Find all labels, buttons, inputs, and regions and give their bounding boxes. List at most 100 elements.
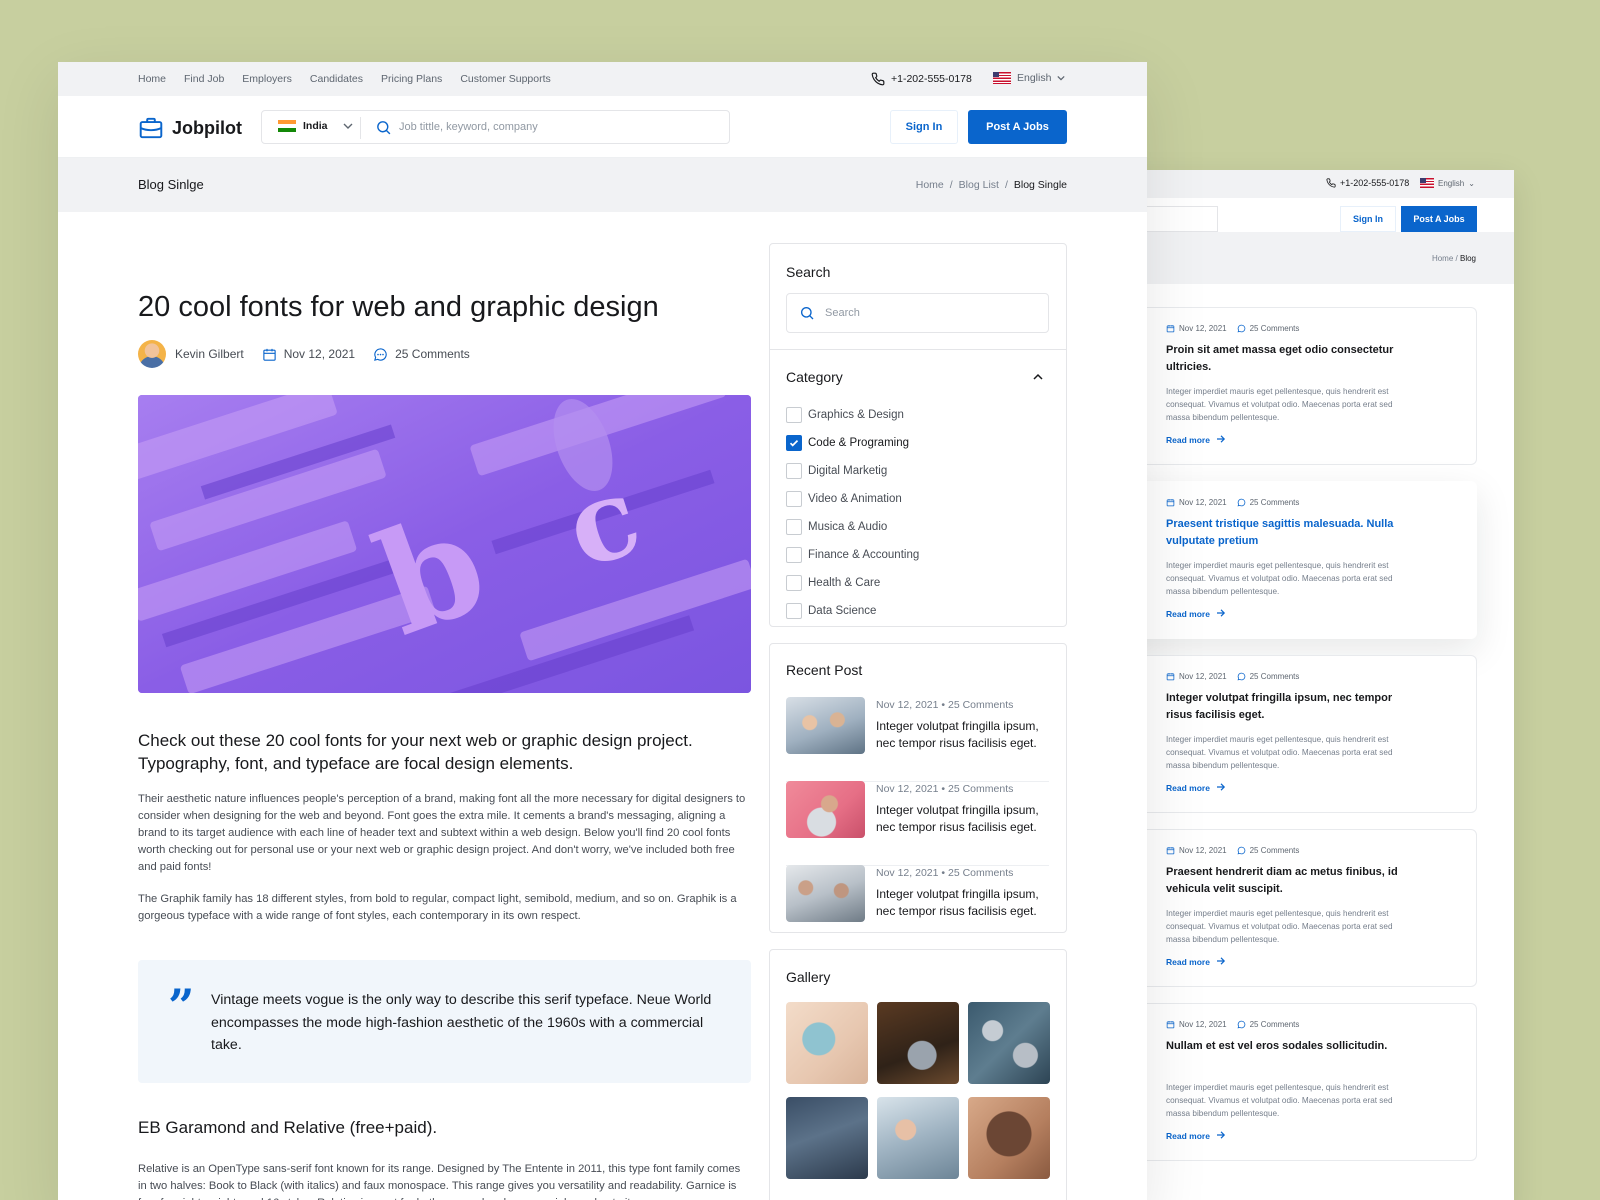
chevron-up-icon[interactable] bbox=[1032, 371, 1044, 383]
back-breadcrumb-home[interactable]: Home bbox=[1432, 254, 1453, 263]
search-icon bbox=[801, 307, 814, 320]
post-job-button[interactable]: Post A Jobs bbox=[968, 110, 1067, 144]
category-checkbox[interactable] bbox=[786, 491, 802, 507]
category-item[interactable]: Video & Animation bbox=[786, 491, 902, 507]
recent-post-title[interactable]: Integer volutpat fringilla ipsum, nec te… bbox=[876, 718, 1051, 752]
back-phone: +1-202-555-0178 bbox=[1326, 178, 1409, 188]
divider bbox=[770, 349, 1066, 350]
comments-count: 25 Comments bbox=[395, 347, 470, 361]
recent-posts-widget: Recent Post Nov 12, 2021 • 25 Comments In… bbox=[769, 643, 1067, 933]
back-sign-in-button[interactable]: Sign In bbox=[1340, 206, 1396, 232]
read-more-link[interactable]: Read more bbox=[1166, 783, 1226, 793]
nav-employers[interactable]: Employers bbox=[242, 73, 292, 85]
gallery-image-4[interactable] bbox=[786, 1097, 868, 1179]
gallery-image-2[interactable] bbox=[877, 1002, 959, 1084]
us-flag-icon bbox=[1420, 178, 1434, 188]
blog-card-date: Nov 12, 2021 bbox=[1179, 846, 1227, 855]
read-more-link[interactable]: Read more bbox=[1166, 609, 1226, 619]
nav-home[interactable]: Home bbox=[138, 73, 166, 85]
back-language-select[interactable]: English ⌄ bbox=[1420, 178, 1475, 188]
job-search-input[interactable]: Job tittle, keyword, company bbox=[399, 121, 538, 133]
category-item[interactable]: Digital Marketig bbox=[786, 463, 887, 479]
breadcrumb-home[interactable]: Home bbox=[916, 179, 944, 191]
nav-customer-supports[interactable]: Customer Supports bbox=[460, 73, 550, 85]
category-label: Finance & Accounting bbox=[808, 549, 920, 561]
blog-card-meta: Nov 12, 2021 25 Comments bbox=[1166, 498, 1299, 507]
gallery-image-3[interactable] bbox=[968, 1002, 1050, 1084]
category-checkbox[interactable] bbox=[786, 603, 802, 619]
phone-number: +1-202-555-0178 bbox=[891, 73, 972, 85]
blog-card-title[interactable]: Praesent tristique sagittis malesuada. N… bbox=[1166, 516, 1416, 550]
read-more-link[interactable]: Read more bbox=[1166, 957, 1226, 967]
gallery-image-5[interactable] bbox=[877, 1097, 959, 1179]
country-select[interactable]: India bbox=[278, 120, 353, 132]
category-checkbox[interactable] bbox=[786, 547, 802, 563]
nav-candidates[interactable]: Candidates bbox=[310, 73, 363, 85]
back-post-job-button[interactable]: Post A Jobs bbox=[1401, 206, 1477, 232]
category-item[interactable]: Graphics & Design bbox=[786, 407, 904, 423]
category-item[interactable]: Health & Care bbox=[786, 575, 880, 591]
chat-bubble-icon bbox=[374, 347, 387, 361]
chat-bubble-icon bbox=[1237, 324, 1245, 333]
blog-card-meta: Nov 12, 2021 25 Comments bbox=[1166, 324, 1299, 333]
arrow-right-icon bbox=[1217, 1131, 1226, 1139]
language-select[interactable]: English bbox=[993, 72, 1066, 84]
meta-dot: • bbox=[941, 783, 946, 795]
category-checkbox[interactable] bbox=[786, 463, 802, 479]
category-item[interactable]: Code & Programing bbox=[786, 435, 909, 451]
blog-card-excerpt: Integer imperdiet mauris eget pellentesq… bbox=[1166, 735, 1393, 770]
breadcrumb: Home / Blog List / Blog Single bbox=[916, 179, 1067, 191]
category-checkbox[interactable] bbox=[786, 519, 802, 535]
recent-post-title[interactable]: Integer volutpat fringilla ipsum, nec te… bbox=[876, 886, 1051, 920]
author-name[interactable]: Kevin Gilbert bbox=[175, 347, 244, 361]
chat-bubble-icon bbox=[1237, 1020, 1245, 1029]
phone-icon bbox=[1326, 178, 1336, 188]
breadcrumb-blog-list[interactable]: Blog List bbox=[959, 179, 999, 191]
nav-find-job[interactable]: Find Job bbox=[184, 73, 224, 85]
breadcrumb-current: Blog Single bbox=[1013, 179, 1067, 191]
recent-posts-title: Recent Post bbox=[786, 662, 863, 678]
recent-post-title[interactable]: Integer volutpat fringilla ipsum, nec te… bbox=[876, 802, 1051, 836]
article-lead: Check out these 20 cool fonts for your n… bbox=[138, 731, 693, 773]
top-nav: Home Find Job Employers Candidates Prici… bbox=[138, 73, 551, 85]
calendar-icon bbox=[1166, 673, 1175, 681]
search-icon bbox=[377, 121, 391, 135]
category-checkbox[interactable] bbox=[786, 435, 802, 451]
recent-post-thumbnail[interactable] bbox=[786, 781, 865, 838]
breadcrumb-separator: / bbox=[1004, 179, 1008, 191]
category-checkbox[interactable] bbox=[786, 575, 802, 591]
recent-post-item[interactable]: Nov 12, 2021 • 25 Comments Integer volutp… bbox=[786, 697, 1049, 782]
category-item[interactable]: Data Science bbox=[786, 603, 876, 619]
back-phone-number: +1-202-555-0178 bbox=[1340, 178, 1410, 188]
india-flag-icon bbox=[278, 120, 296, 132]
category-checkbox[interactable] bbox=[786, 407, 802, 423]
read-more-label: Read more bbox=[1166, 783, 1210, 793]
read-more-link[interactable]: Read more bbox=[1166, 435, 1226, 445]
category-item[interactable]: Finance & Accounting bbox=[786, 547, 919, 563]
blog-card-comments: 25 Comments bbox=[1249, 672, 1300, 681]
sidebar-search-input[interactable]: Search bbox=[786, 293, 1049, 333]
arrow-right-icon bbox=[1217, 957, 1226, 965]
blog-card-title[interactable]: Nullam et est vel eros sodales sollicitu… bbox=[1166, 1038, 1416, 1055]
sign-in-button[interactable]: Sign In bbox=[890, 110, 958, 144]
recent-post-thumbnail[interactable] bbox=[786, 697, 865, 754]
read-more-link[interactable]: Read more bbox=[1166, 1131, 1226, 1141]
author-avatar[interactable] bbox=[138, 340, 166, 368]
sidebar-search-placeholder: Search bbox=[825, 307, 860, 319]
article-comments[interactable]: 25 Comments bbox=[373, 347, 470, 362]
blog-card-excerpt: Integer imperdiet mauris eget pellentesq… bbox=[1166, 1083, 1393, 1118]
quote-text: Vintage meets vogue is the only way to d… bbox=[211, 992, 712, 1053]
arrow-right-icon bbox=[1217, 783, 1226, 791]
recent-post-item[interactable]: Nov 12, 2021 • 25 Comments Integer volutp… bbox=[786, 781, 1049, 866]
recent-post-thumbnail[interactable] bbox=[786, 865, 865, 922]
blog-card-title[interactable]: Integer volutpat fringilla ipsum, nec te… bbox=[1166, 690, 1416, 724]
recent-post-item[interactable]: Nov 12, 2021 • 25 Comments Integer volutp… bbox=[786, 865, 1049, 950]
category-item[interactable]: Musica & Audio bbox=[786, 519, 887, 535]
blog-card-title[interactable]: Proin sit amet massa eget odio consectet… bbox=[1166, 342, 1416, 376]
brand-logo[interactable]: Jobpilot bbox=[138, 115, 242, 141]
gallery-image-1[interactable] bbox=[786, 1002, 868, 1084]
gallery-image-6[interactable] bbox=[968, 1097, 1050, 1179]
blog-card-title[interactable]: Praesent hendrerit diam ac metus finibus… bbox=[1166, 864, 1416, 898]
nav-pricing-plans[interactable]: Pricing Plans bbox=[381, 73, 442, 85]
blog-card-date: Nov 12, 2021 bbox=[1179, 672, 1227, 681]
